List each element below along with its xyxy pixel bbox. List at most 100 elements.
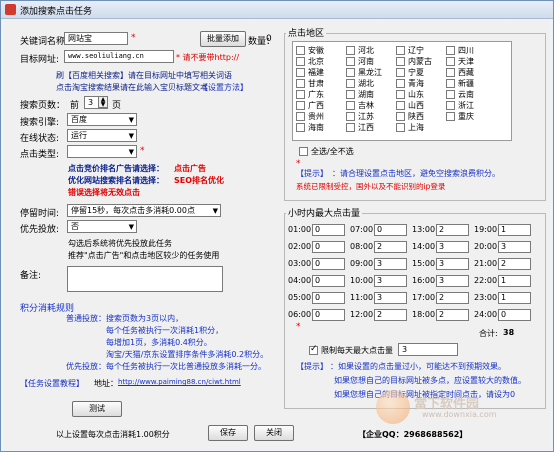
select-all-checkbox[interactable] bbox=[299, 147, 308, 156]
keyword-input[interactable]: 网站宝 bbox=[64, 32, 128, 45]
click-type-select[interactable]: ▼ bbox=[67, 145, 137, 158]
hour-max-clicks-input[interactable]: 2 bbox=[436, 224, 469, 236]
cost-text: 以上设置每次点击消耗1.00积分 bbox=[56, 430, 170, 439]
hour-max-clicks-input[interactable]: 1 bbox=[498, 224, 531, 236]
region-checkbox[interactable] bbox=[396, 57, 405, 66]
region-checkbox[interactable] bbox=[296, 57, 305, 66]
region-checkbox[interactable] bbox=[296, 46, 305, 55]
region-checkbox[interactable] bbox=[446, 90, 455, 99]
online-status-label: 在线状态: bbox=[20, 134, 60, 144]
hour-max-clicks-input[interactable]: 0 bbox=[312, 224, 345, 236]
region-label: 山东 bbox=[408, 90, 424, 99]
keyword-label: 关键词名称: bbox=[20, 37, 69, 47]
region-checkbox[interactable] bbox=[446, 57, 455, 66]
region-checkbox[interactable] bbox=[346, 57, 355, 66]
region-checkbox[interactable] bbox=[396, 112, 405, 121]
region-checkbox[interactable] bbox=[296, 101, 305, 110]
hour-max-clicks-input[interactable]: 2 bbox=[498, 258, 531, 270]
region-checkbox[interactable] bbox=[346, 101, 355, 110]
priority-select[interactable]: 否 ▼ bbox=[67, 220, 137, 233]
close-button[interactable]: 关闭 bbox=[254, 425, 294, 441]
select-all-label: 全选/全不选 bbox=[311, 147, 354, 156]
hour-max-clicks-input[interactable]: 2 bbox=[374, 309, 407, 321]
region-checkbox[interactable] bbox=[446, 112, 455, 121]
hour-max-clicks-input[interactable]: 0 bbox=[312, 292, 345, 304]
target-url-input[interactable]: www.seoliuliang.cn bbox=[64, 50, 174, 63]
hour-max-clicks-input[interactable]: 3 bbox=[374, 258, 407, 270]
region-checkbox[interactable] bbox=[446, 101, 455, 110]
hour-max-clicks-input[interactable]: 3 bbox=[436, 241, 469, 253]
url-warning: * 请不要带http:// bbox=[176, 53, 240, 62]
hour-max-clicks-input[interactable]: 2 bbox=[374, 241, 407, 253]
hour-label: 15:00 bbox=[412, 259, 436, 268]
region-group-title: 点击地区 bbox=[286, 26, 327, 39]
region-checkbox[interactable] bbox=[446, 79, 455, 88]
region-checkbox[interactable] bbox=[296, 79, 305, 88]
hour-max-clicks-input[interactable]: 0 bbox=[374, 224, 407, 236]
required-mark: * bbox=[140, 146, 145, 156]
hour-label: 16:00 bbox=[412, 276, 436, 285]
priority-label: 优先投放: bbox=[20, 225, 60, 235]
region-checkbox[interactable] bbox=[346, 90, 355, 99]
pages-spinner[interactable]: ▲ ▼ bbox=[98, 96, 108, 108]
hour-max-clicks-input[interactable]: 0 bbox=[312, 309, 345, 321]
region-checkbox[interactable] bbox=[346, 79, 355, 88]
region-checkbox[interactable] bbox=[446, 68, 455, 77]
region-checkbox[interactable] bbox=[446, 46, 455, 55]
watermark-logo bbox=[376, 390, 410, 424]
test-button[interactable]: 测试 bbox=[72, 401, 122, 417]
hour-max-clicks-input[interactable]: 3 bbox=[436, 258, 469, 270]
hour-max-clicks-input[interactable]: 1 bbox=[498, 292, 531, 304]
region-checkbox[interactable] bbox=[396, 68, 405, 77]
hour-max-clicks-input[interactable]: 2 bbox=[436, 309, 469, 321]
region-label: 西藏 bbox=[458, 68, 474, 77]
daily-limit-checkbox[interactable] bbox=[309, 344, 318, 355]
region-checkbox[interactable] bbox=[296, 112, 305, 121]
region-checkbox[interactable] bbox=[396, 46, 405, 55]
region-checkbox[interactable] bbox=[296, 123, 305, 132]
region-checkbox[interactable] bbox=[396, 123, 405, 132]
hour-label: 03:00 bbox=[288, 259, 312, 268]
notes-textarea[interactable] bbox=[67, 266, 223, 292]
tip-line-2: 如果您想自己的目标网址被多点，应设置较大的数值。 bbox=[334, 376, 526, 385]
tutorial-link[interactable]: 【任务设置教程】 bbox=[20, 378, 84, 389]
hour-max-clicks-input[interactable]: 0 bbox=[498, 309, 531, 321]
hour-max-clicks-input[interactable]: 0 bbox=[312, 241, 345, 253]
hour-label: 04:00 bbox=[288, 276, 312, 285]
hour-max-clicks-input[interactable]: 0 bbox=[312, 258, 345, 270]
total-value: 38 bbox=[503, 328, 515, 337]
region-label: 河南 bbox=[358, 57, 374, 66]
hour-max-clicks-input[interactable]: 1 bbox=[498, 275, 531, 287]
hour-max-clicks-input[interactable]: 3 bbox=[374, 292, 407, 304]
region-checkbox[interactable] bbox=[296, 68, 305, 77]
region-checkbox[interactable] bbox=[396, 101, 405, 110]
hour-max-clicks-input[interactable]: 3 bbox=[374, 275, 407, 287]
stay-time-select[interactable]: 停留15秒，每次点击多消耗0.00点 ▼ bbox=[67, 204, 221, 217]
region-checkbox[interactable] bbox=[346, 46, 355, 55]
tip-label: 【提示】 bbox=[296, 362, 328, 371]
region-label: 重庆 bbox=[458, 112, 474, 121]
hour-max-clicks-input[interactable]: 3 bbox=[436, 275, 469, 287]
region-checkbox[interactable] bbox=[396, 79, 405, 88]
hour-max-clicks-input[interactable]: 2 bbox=[436, 292, 469, 304]
region-checkbox[interactable] bbox=[346, 123, 355, 132]
search-engine-select[interactable]: 百度 ▼ bbox=[67, 113, 137, 126]
hint-line-1: 刷【百度相关搜索】请在目标网址中填写相关词语 bbox=[56, 71, 232, 80]
region-checkbox[interactable] bbox=[346, 112, 355, 121]
daily-limit-input[interactable]: 3 bbox=[398, 343, 458, 356]
batch-add-button[interactable]: 批量添加 bbox=[200, 31, 246, 47]
save-button[interactable]: 保存 bbox=[208, 425, 248, 441]
bidding-instruction: 点击竞价排名广告请选择： bbox=[68, 164, 164, 173]
hour-max-clicks-input[interactable]: 0 bbox=[312, 275, 345, 287]
region-checkbox[interactable] bbox=[296, 90, 305, 99]
region-checkbox[interactable] bbox=[346, 68, 355, 77]
region-checkbox[interactable] bbox=[396, 90, 405, 99]
online-status-select[interactable]: 运行 ▼ bbox=[67, 129, 137, 142]
address-link[interactable]: http://www.paiming88.cn/ciwt.html bbox=[118, 378, 241, 386]
hour-max-clicks-input[interactable]: 3 bbox=[498, 241, 531, 253]
hint-line-2: 点击淘宝搜索结果请在此输入宝贝标题文本 bbox=[56, 83, 208, 92]
hour-label: 02:00 bbox=[288, 242, 312, 251]
setup-method-link[interactable]: 【设置方法】 bbox=[200, 82, 248, 93]
required-mark: * bbox=[296, 322, 301, 332]
region-label: 新疆 bbox=[458, 79, 474, 88]
